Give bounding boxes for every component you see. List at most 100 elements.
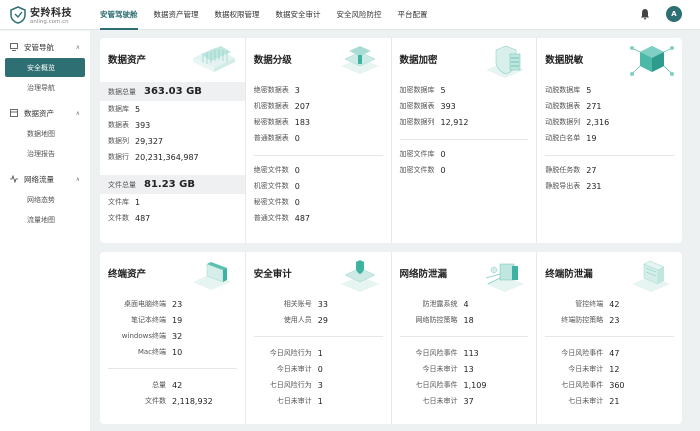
stat-row: 防泄露系统 4 [400,296,529,312]
data-classify-card[interactable]: 数据分级 绝密数据表 3 机密数据表 207 秘密数据表 183 普通数据表 0 绝密文… [246,38,392,243]
stat-row: 数据列 29,327 [108,133,237,149]
nav-asset-management[interactable]: 数据资产管理 [146,0,207,30]
monitor-icon [10,43,18,51]
logo-domain: anling.com.cn [30,19,69,25]
stat-value: 1 [317,348,323,358]
stat-label: 动脱白名单 [545,134,581,142]
stat-value: 0 [440,165,446,175]
divider [253,336,383,337]
sidebar-item-data-map[interactable]: 数据地图 [5,124,85,143]
nav-security-audit[interactable]: 数据安全审计 [268,0,329,30]
sidebar-item-governance-report[interactable]: 治理报告 [5,144,85,163]
stat-row: 今日未审计 12 [545,361,674,377]
stat-value: 33 [317,299,328,309]
terminal-asset-card[interactable]: 终端资产 桌面电脑终端 23 笔记本终端 19 windows终端 32 Mac终端 1… [100,252,246,424]
stat-value: 3 [294,85,300,95]
stat-value: 0 [294,133,300,143]
stat-label: 使用人员 [283,316,312,324]
chevron-up-icon: ∧ [75,109,80,117]
stat-value: 29 [317,315,328,325]
stat-value: 2,118,932 [172,396,213,406]
data-encrypt-card[interactable]: 数据加密 加密数据库 5 加密数据表 393 加密数据列 12,912 加密文件库 0 … [392,38,538,243]
logo-name: 安羚科技 [30,8,72,19]
sidebar-item-governance-nav[interactable]: 治理导航 [5,78,85,97]
sidebar-item-traffic-map[interactable]: 流量地图 [5,210,85,229]
stat-label: 加密数据库 [399,86,435,94]
nav-risk-control[interactable]: 安全风险防控 [329,0,390,30]
stat-row: 总量 42 [108,377,237,393]
terminal-leak-card[interactable]: 终端防泄漏 管控终端 42 终端防控策略 23 今日风险事件 47 今日未审计 12 七… [537,252,682,424]
audit-platform-illustration-icon [340,260,379,292]
stat-label: 今日风险行为 [269,349,312,357]
sidebar-group-data-asset[interactable]: 数据资产 ∧ [0,103,90,123]
stat-label: 普通文件数 [253,214,289,222]
stat-value: 19 [172,315,183,325]
stat-row: 静脱任务数 27 [545,162,674,178]
stat-row: 七日风险事件 360 [545,377,674,393]
stat-value: 1 [317,396,323,406]
stat-label: 七日未审计 [422,397,458,405]
stat-row: 今日风险事件 113 [400,345,529,361]
stat-value: 183 [294,117,311,127]
stat-row: 绝密数据表 3 [254,82,383,98]
stat-row: 动脱数据库 5 [545,82,674,98]
main-nav: 安管驾驶舱 数据资产管理 数据权限管理 数据安全审计 安全风险防控 平台配置 [92,0,436,30]
user-avatar[interactable]: A [666,6,682,22]
stat-row: 今日风险事件 47 [545,345,674,361]
nav-platform-config[interactable]: 平台配置 [390,0,436,30]
stat-label: Mac终端 [137,348,166,356]
sidebar-item-security-overview[interactable]: 安全概览 [5,58,85,77]
stat-value: 42 [172,380,183,390]
sidebar-group-network-traffic[interactable]: 网络流量 ∧ [0,169,90,189]
db-total-value: 363.03 GB [144,86,202,97]
stat-value: 29,327 [135,136,163,146]
stat-label: 文件库 [108,198,129,206]
sidebar-group-security-nav[interactable]: 安管导航 ∧ [0,37,90,57]
stat-value: 47 [609,348,620,358]
network-shield-illustration-icon [486,263,525,292]
stat-label: 今日未审计 [276,365,312,373]
stat-value: 487 [135,213,151,223]
nav-permission-management[interactable]: 数据权限管理 [207,0,268,30]
card-title: 终端资产 [108,269,147,280]
pulse-icon [10,175,18,183]
security-audit-card[interactable]: 安全审计 相关账号 33 使用人员 29 今日风险行为 1 今日未审计 0 七日风险行为… [246,252,392,424]
stat-row: 动脱数据列 2,316 [545,114,674,130]
stat-label: 机密文件数 [253,182,289,190]
stat-row: 文件数 2,118,932 [108,393,237,409]
stat-row: 相关账号 33 [254,296,383,312]
card-title: 数据脱敏 [545,55,584,66]
file-total-row: 文件总量 81.23 GB [100,175,245,194]
nav-cockpit[interactable]: 安管驾驶舱 [92,0,146,30]
stat-row: 数据行 20,231,364,987 [108,149,237,165]
stat-value: 5 [586,85,592,95]
data-overview-panel: 数据资产 数据总量 363.03 GB 数据库 5 数据表 393 数据列 29,32… [100,38,682,243]
bell-icon[interactable] [640,8,650,20]
stat-value: 1 [135,197,141,207]
sidebar-group-label: 网络流量 [24,174,54,184]
data-asset-card[interactable]: 数据资产 数据总量 363.03 GB 数据库 5 数据表 393 数据列 29,32… [100,38,246,243]
stat-row: Mac终端 10 [108,344,237,360]
divider [108,368,237,369]
stat-label: 文件数 [108,214,129,222]
logo[interactable]: 安羚科技 anling.com.cn [0,4,92,25]
stat-row: 七日未审计 1 [254,393,383,409]
stat-value: 18 [463,315,474,325]
db-total-row: 数据总量 363.03 GB [100,82,245,101]
stat-value: 271 [586,101,602,111]
data-mask-card[interactable]: 数据脱敏 动脱数据库 5 动脱数据表 271 动脱数据列 2,316 动脱白名单 19 … [537,38,682,243]
stat-label: 七日风险行为 [269,381,312,389]
stat-row: 终端防控策略 23 [545,312,674,328]
network-leak-card[interactable]: 网络防泄漏 防泄露系统 4 网络防控策略 18 今日风险事件 113 今日未审计 13 … [392,252,538,424]
stat-row: 绝密文件数 0 [254,162,383,178]
stat-label: 笔记本终端 [131,316,166,324]
sidebar-item-network-situation[interactable]: 网络态势 [5,190,85,209]
stat-value: 0 [294,197,300,207]
sidebar: 安管导航 ∧ 安全概览 治理导航 数据资产 ∧ 数据地图 治理报告 网络流量 ∧… [0,31,90,431]
stat-value: 231 [586,181,602,191]
stat-row: 加密数据列 12,912 [400,114,529,130]
stat-label: 管控终端 [575,300,604,308]
stat-value: 0 [317,364,323,374]
stat-row: 机密数据表 207 [254,98,383,114]
stat-label: 加密数据列 [399,118,435,126]
